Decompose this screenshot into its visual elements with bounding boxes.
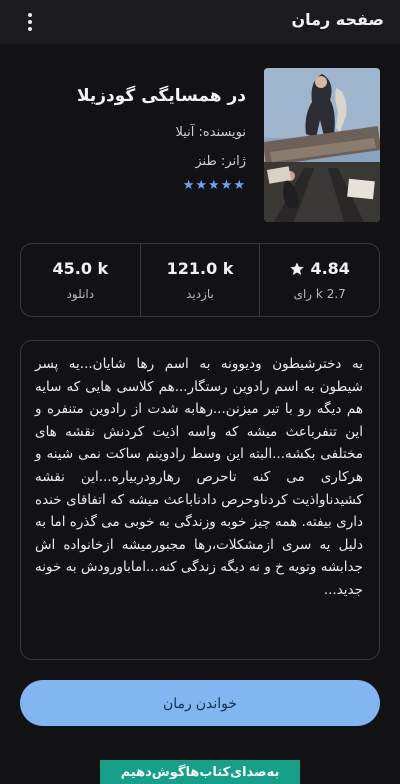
stat-downloads: 45.0 k دانلود [21,244,140,316]
book-cover[interactable] [264,68,380,222]
stat-value: 4.84 [310,259,350,278]
stat-label: دانلود [66,287,95,301]
rating-stars: ★★★★★ [182,178,246,193]
book-title: در همسایگی گودزیلا [76,86,246,106]
stat-value-row: 4.84 [289,259,350,278]
stats-card: 45.0 k دانلود 121.0 k بازدید 4.84 2.7 k … [20,243,380,317]
ad-banner[interactable]: به‌صدای‌کتاب‌هاگوش‌دهیم [100,760,300,784]
stat-value: 45.0 k [52,259,109,278]
read-novel-button[interactable]: خواندن رمان [20,680,380,726]
stat-label: بازدید [186,287,214,301]
cover-art [264,68,380,222]
description-card: یه دخترشیطون ودیوونه به اسم رها شایان...… [20,340,380,660]
book-info: در همسایگی گودزیلا نویسنده: آنیلا ژانر: … [20,86,246,193]
stat-value: 121.0 k [166,259,234,278]
app-bar: صفحه رمان [0,0,400,44]
book-author: نویسنده: آنیلا [175,125,246,140]
description-text: یه دخترشیطون ودیوونه به اسم رها شایان...… [35,356,363,598]
page-title: صفحه رمان [291,10,384,29]
stat-rating: 4.84 2.7 k رای [259,244,379,316]
stat-label: 2.7 k رای [293,287,346,301]
star-icon [290,261,305,275]
more-vert-icon[interactable] [20,10,40,34]
book-genre: ژانر: طنز [195,154,246,169]
stat-views: 121.0 k بازدید [139,244,260,316]
